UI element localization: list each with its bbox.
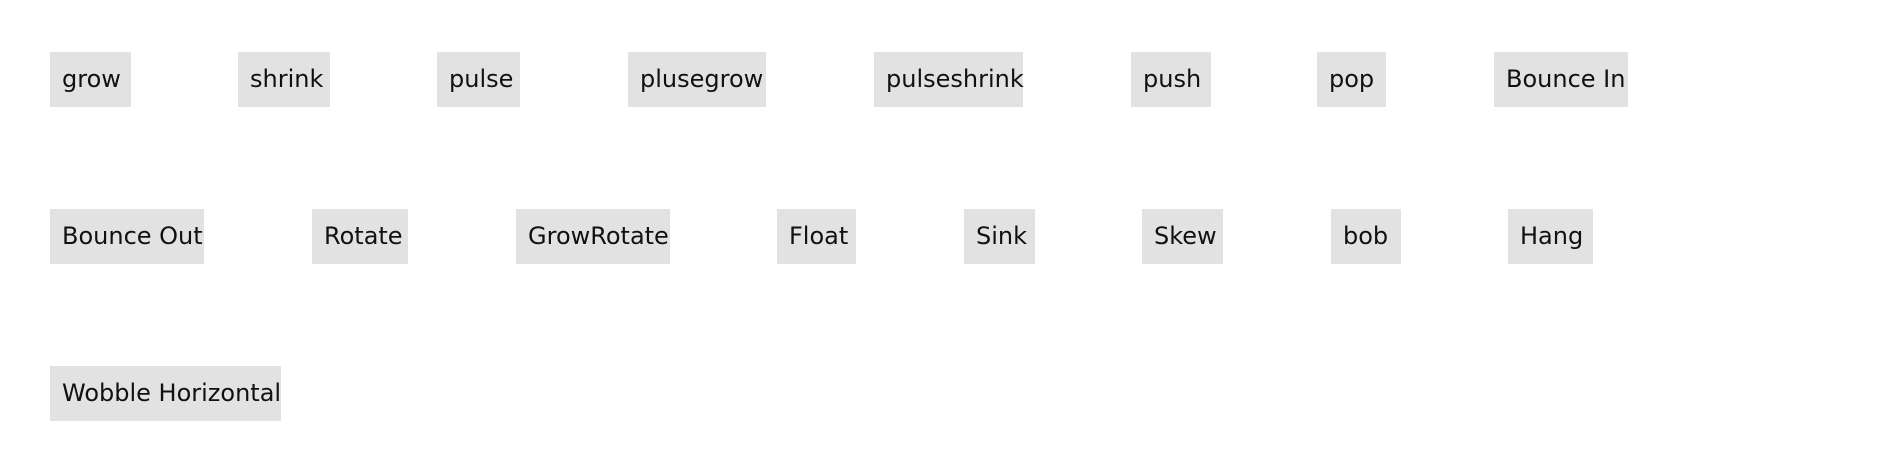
push-button[interactable]: push (1131, 52, 1211, 107)
pop-button[interactable]: pop (1317, 52, 1386, 107)
pulseshrink-button[interactable]: pulseshrink (874, 52, 1024, 107)
bob-button[interactable]: bob (1331, 209, 1401, 264)
bounce-out-button[interactable]: Bounce Out (50, 209, 204, 264)
skew-button[interactable]: Skew (1142, 209, 1223, 264)
rotate-button[interactable]: Rotate (312, 209, 408, 264)
grow-button[interactable]: grow (50, 52, 131, 107)
shrink-button[interactable]: shrink (238, 52, 330, 107)
pulse-button[interactable]: pulse (437, 52, 520, 107)
plusegrow-button[interactable]: plusegrow (628, 52, 766, 107)
sink-button[interactable]: Sink (964, 209, 1035, 264)
hang-button[interactable]: Hang (1508, 209, 1593, 264)
bounce-in-button[interactable]: Bounce In (1494, 52, 1628, 107)
growrotate-button[interactable]: GrowRotate (516, 209, 670, 264)
float-button[interactable]: Float (777, 209, 856, 264)
wobble-horizontal-button[interactable]: Wobble Horizontal (50, 366, 281, 421)
